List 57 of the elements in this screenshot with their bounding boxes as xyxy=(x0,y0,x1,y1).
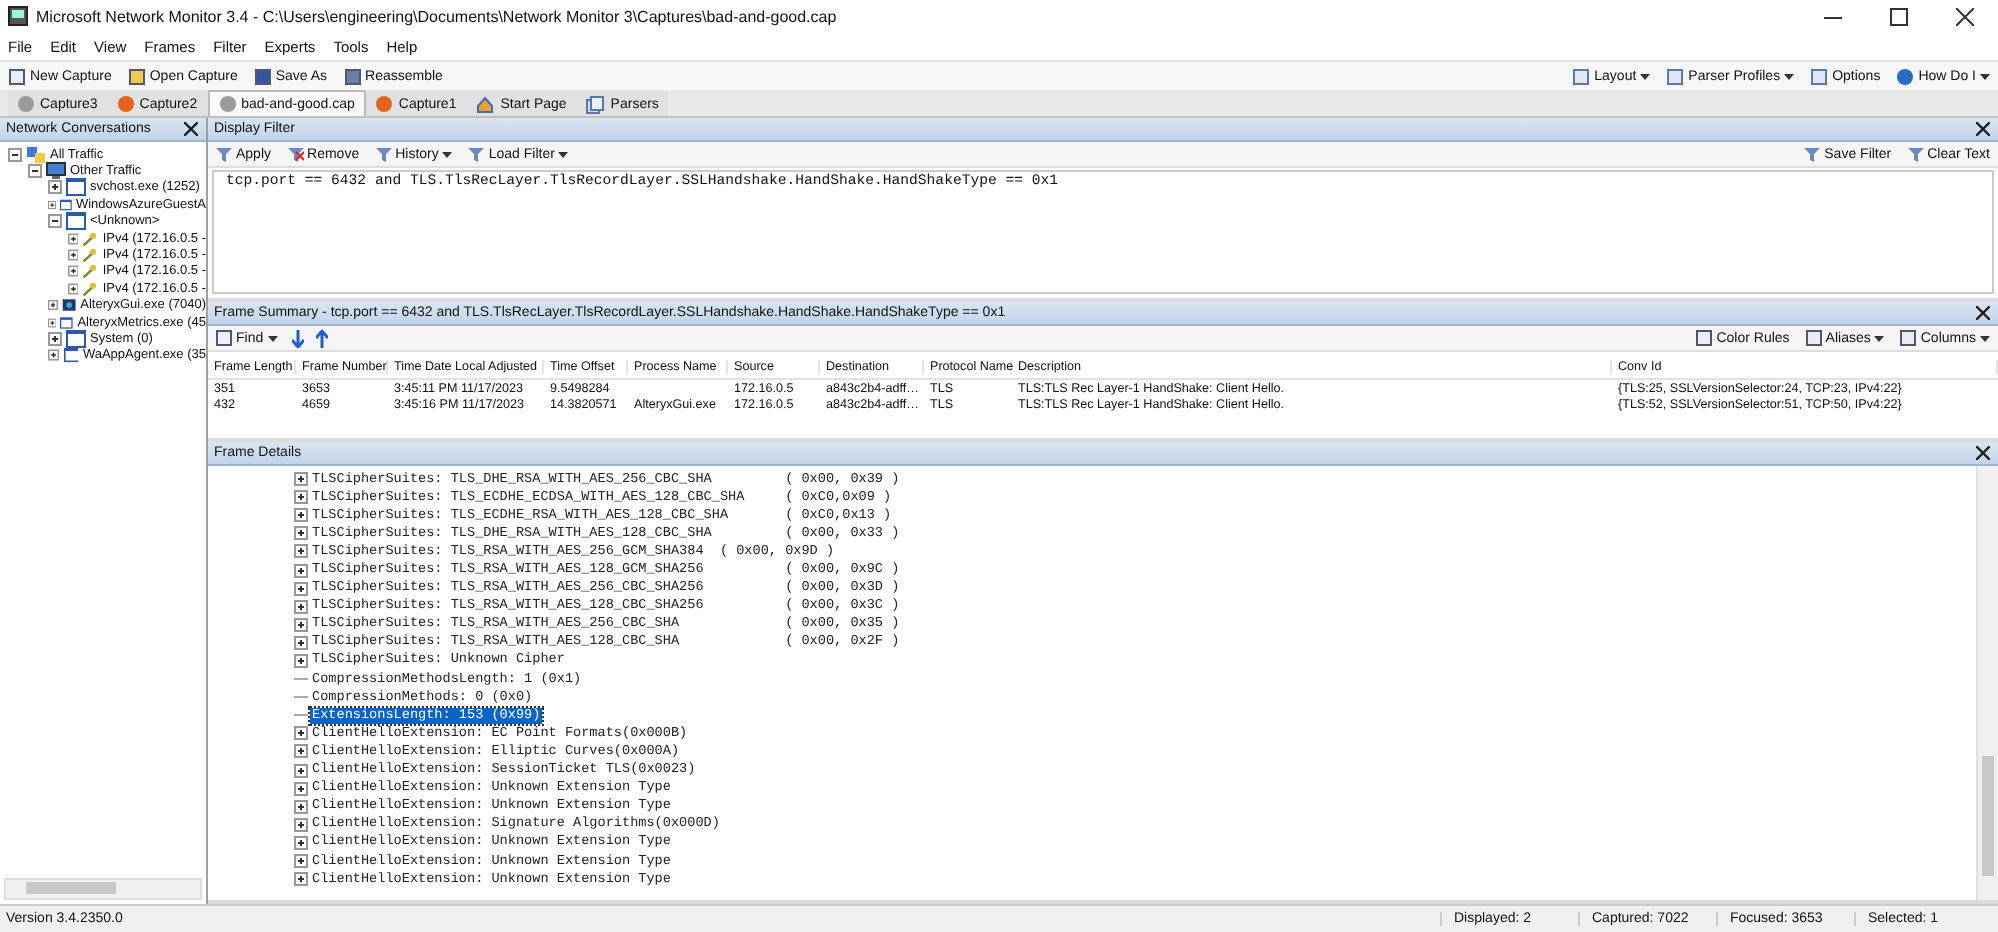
expander-icon[interactable] xyxy=(294,581,308,596)
expander-icon[interactable] xyxy=(8,147,22,162)
caret-icon xyxy=(267,335,278,341)
app-icon xyxy=(8,6,28,26)
expander-icon[interactable] xyxy=(294,526,308,541)
key-icon xyxy=(82,262,99,281)
expander-icon[interactable] xyxy=(294,599,308,614)
scrollbar[interactable] xyxy=(4,878,202,900)
expander-icon[interactable] xyxy=(48,197,57,212)
up-arrow-icon[interactable] xyxy=(315,329,328,347)
documents-icon xyxy=(586,95,605,113)
window-title: Microsoft Network Monitor 3.4 - C:\Users\engineering\Documents\Network Monitor 3\Captures\bad-and-good.cap xyxy=(36,7,839,25)
expander-icon[interactable] xyxy=(294,763,308,778)
expander-icon[interactable] xyxy=(294,854,308,869)
expander-icon[interactable] xyxy=(48,180,62,195)
expander-icon[interactable] xyxy=(48,214,62,229)
expander-icon[interactable] xyxy=(294,490,308,505)
close-icon[interactable] xyxy=(184,122,198,136)
down-arrow-icon[interactable] xyxy=(291,329,304,347)
close-icon[interactable] xyxy=(1976,306,1990,320)
expander-icon[interactable] xyxy=(294,653,308,668)
key-icon xyxy=(82,279,99,298)
expander-icon[interactable] xyxy=(294,744,308,759)
expander-icon[interactable] xyxy=(294,781,308,796)
home-icon xyxy=(476,95,495,113)
close-icon[interactable] xyxy=(1976,122,1990,136)
key-icon xyxy=(82,246,99,265)
expander-icon[interactable] xyxy=(294,563,308,578)
expander-icon[interactable] xyxy=(294,872,308,887)
expander-icon[interactable] xyxy=(68,231,79,246)
expander-icon[interactable] xyxy=(68,281,79,296)
expander-icon[interactable] xyxy=(68,264,79,279)
expander-icon[interactable] xyxy=(48,298,58,313)
expander-icon[interactable] xyxy=(48,315,57,330)
expander-icon[interactable] xyxy=(294,817,308,832)
expander-icon[interactable] xyxy=(48,348,60,363)
app-icon xyxy=(62,296,77,315)
close-icon[interactable] xyxy=(1976,446,1990,460)
expander-icon[interactable] xyxy=(294,635,308,650)
expander-icon[interactable] xyxy=(294,544,308,559)
expander-icon[interactable] xyxy=(294,472,308,487)
key-icon xyxy=(82,229,99,248)
expander-icon[interactable] xyxy=(294,835,308,850)
expander-icon[interactable] xyxy=(294,508,308,523)
expander-icon[interactable] xyxy=(68,248,79,263)
expander-icon[interactable] xyxy=(28,164,42,179)
expander-icon[interactable] xyxy=(48,331,62,346)
expander-icon[interactable] xyxy=(294,726,308,741)
window-icon xyxy=(66,330,86,348)
monitor-icon xyxy=(46,162,66,181)
scrollbar[interactable] xyxy=(1976,466,1998,900)
maximize-icon[interactable] xyxy=(1890,7,1908,25)
close-icon[interactable] xyxy=(1956,7,1974,25)
network-icon xyxy=(26,145,46,164)
remove-icon xyxy=(287,146,304,162)
expander-icon[interactable] xyxy=(294,799,308,814)
expander-icon[interactable] xyxy=(294,617,308,632)
